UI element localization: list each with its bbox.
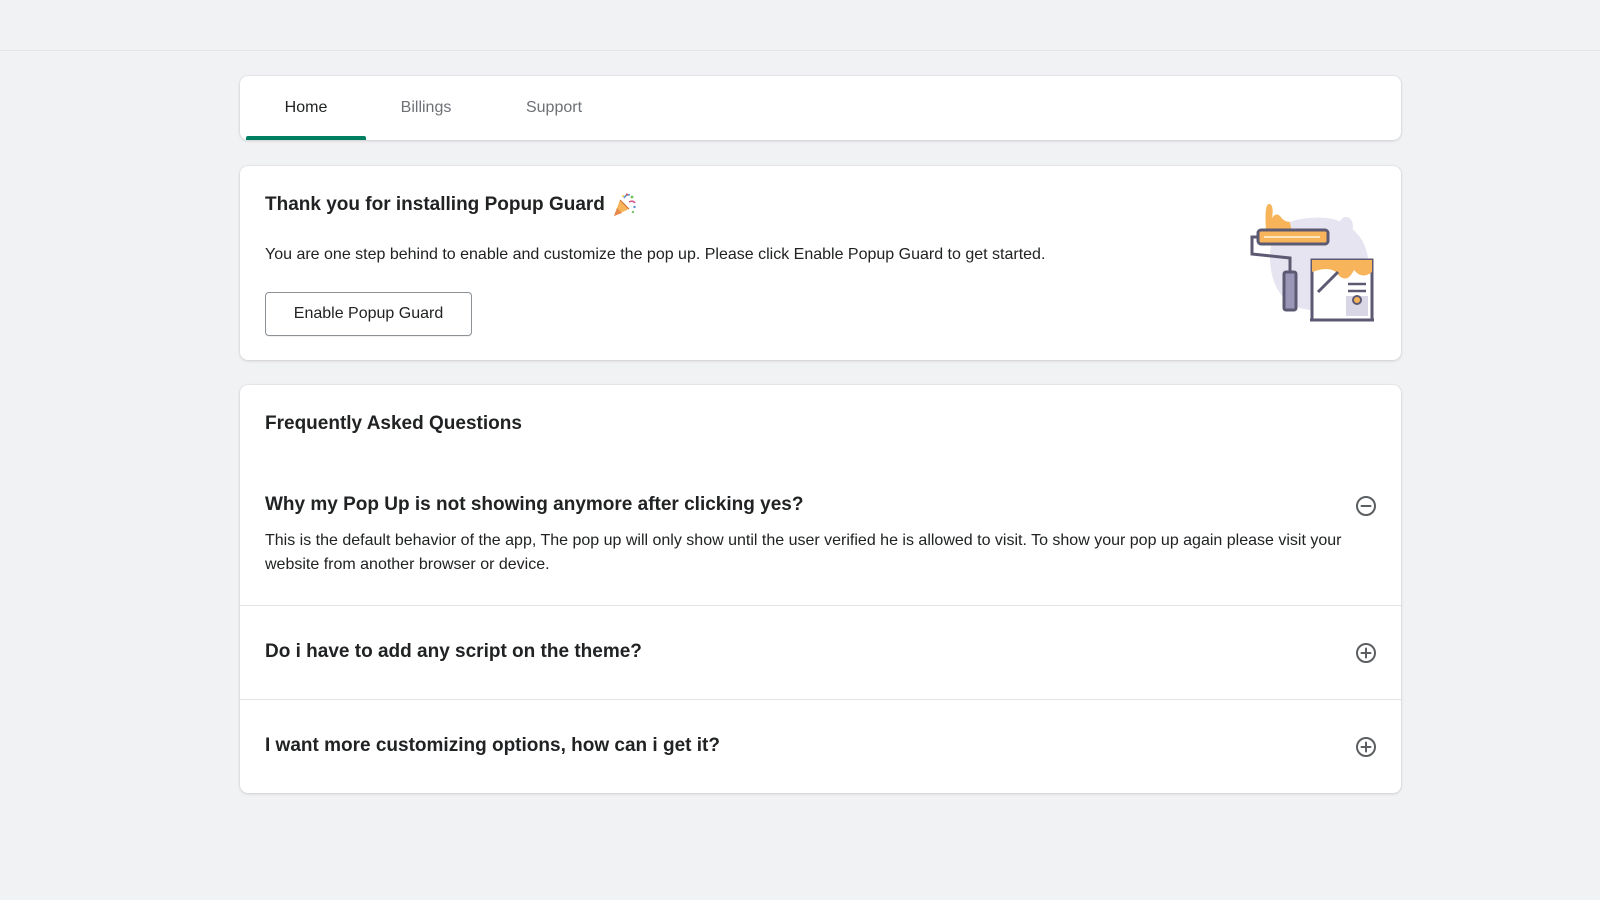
top-bar [0, 0, 1600, 51]
faq-item: I want more customizing options, how can… [240, 700, 1401, 793]
plus-circle-icon[interactable] [1355, 736, 1377, 758]
faq-heading: Frequently Asked Questions [265, 413, 522, 434]
faq-question[interactable]: Do i have to add any script on the theme… [265, 641, 642, 663]
tab-support[interactable]: Support [494, 76, 614, 140]
minus-circle-icon[interactable] [1355, 495, 1377, 517]
paint-roller-illustration [1250, 200, 1376, 326]
faq-question[interactable]: Why my Pop Up is not showing anymore aft… [265, 494, 803, 516]
plus-circle-icon[interactable] [1355, 642, 1377, 664]
faq-card: Frequently Asked Questions Why my Pop Up… [240, 385, 1401, 793]
tabs-bar: Home Billings Support [240, 76, 1401, 140]
faq-question[interactable]: I want more customizing options, how can… [265, 735, 720, 757]
welcome-description: You are one step behind to enable and cu… [265, 246, 1046, 263]
faq-item: Do i have to add any script on the theme… [240, 606, 1401, 700]
welcome-title-text: Thank you for installing Popup Guard [265, 194, 605, 215]
enable-popup-guard-button[interactable]: Enable Popup Guard [265, 292, 472, 336]
faq-answer: This is the default behavior of the app,… [265, 532, 1342, 573]
tab-home[interactable]: Home [246, 76, 366, 140]
faq-item: Why my Pop Up is not showing anymore aft… [240, 473, 1401, 606]
welcome-card: Thank you for installing Popup Guard You… [240, 166, 1401, 360]
tab-billings[interactable]: Billings [366, 76, 486, 140]
welcome-title: Thank you for installing Popup Guard [265, 192, 637, 218]
party-popper-icon [611, 192, 637, 218]
